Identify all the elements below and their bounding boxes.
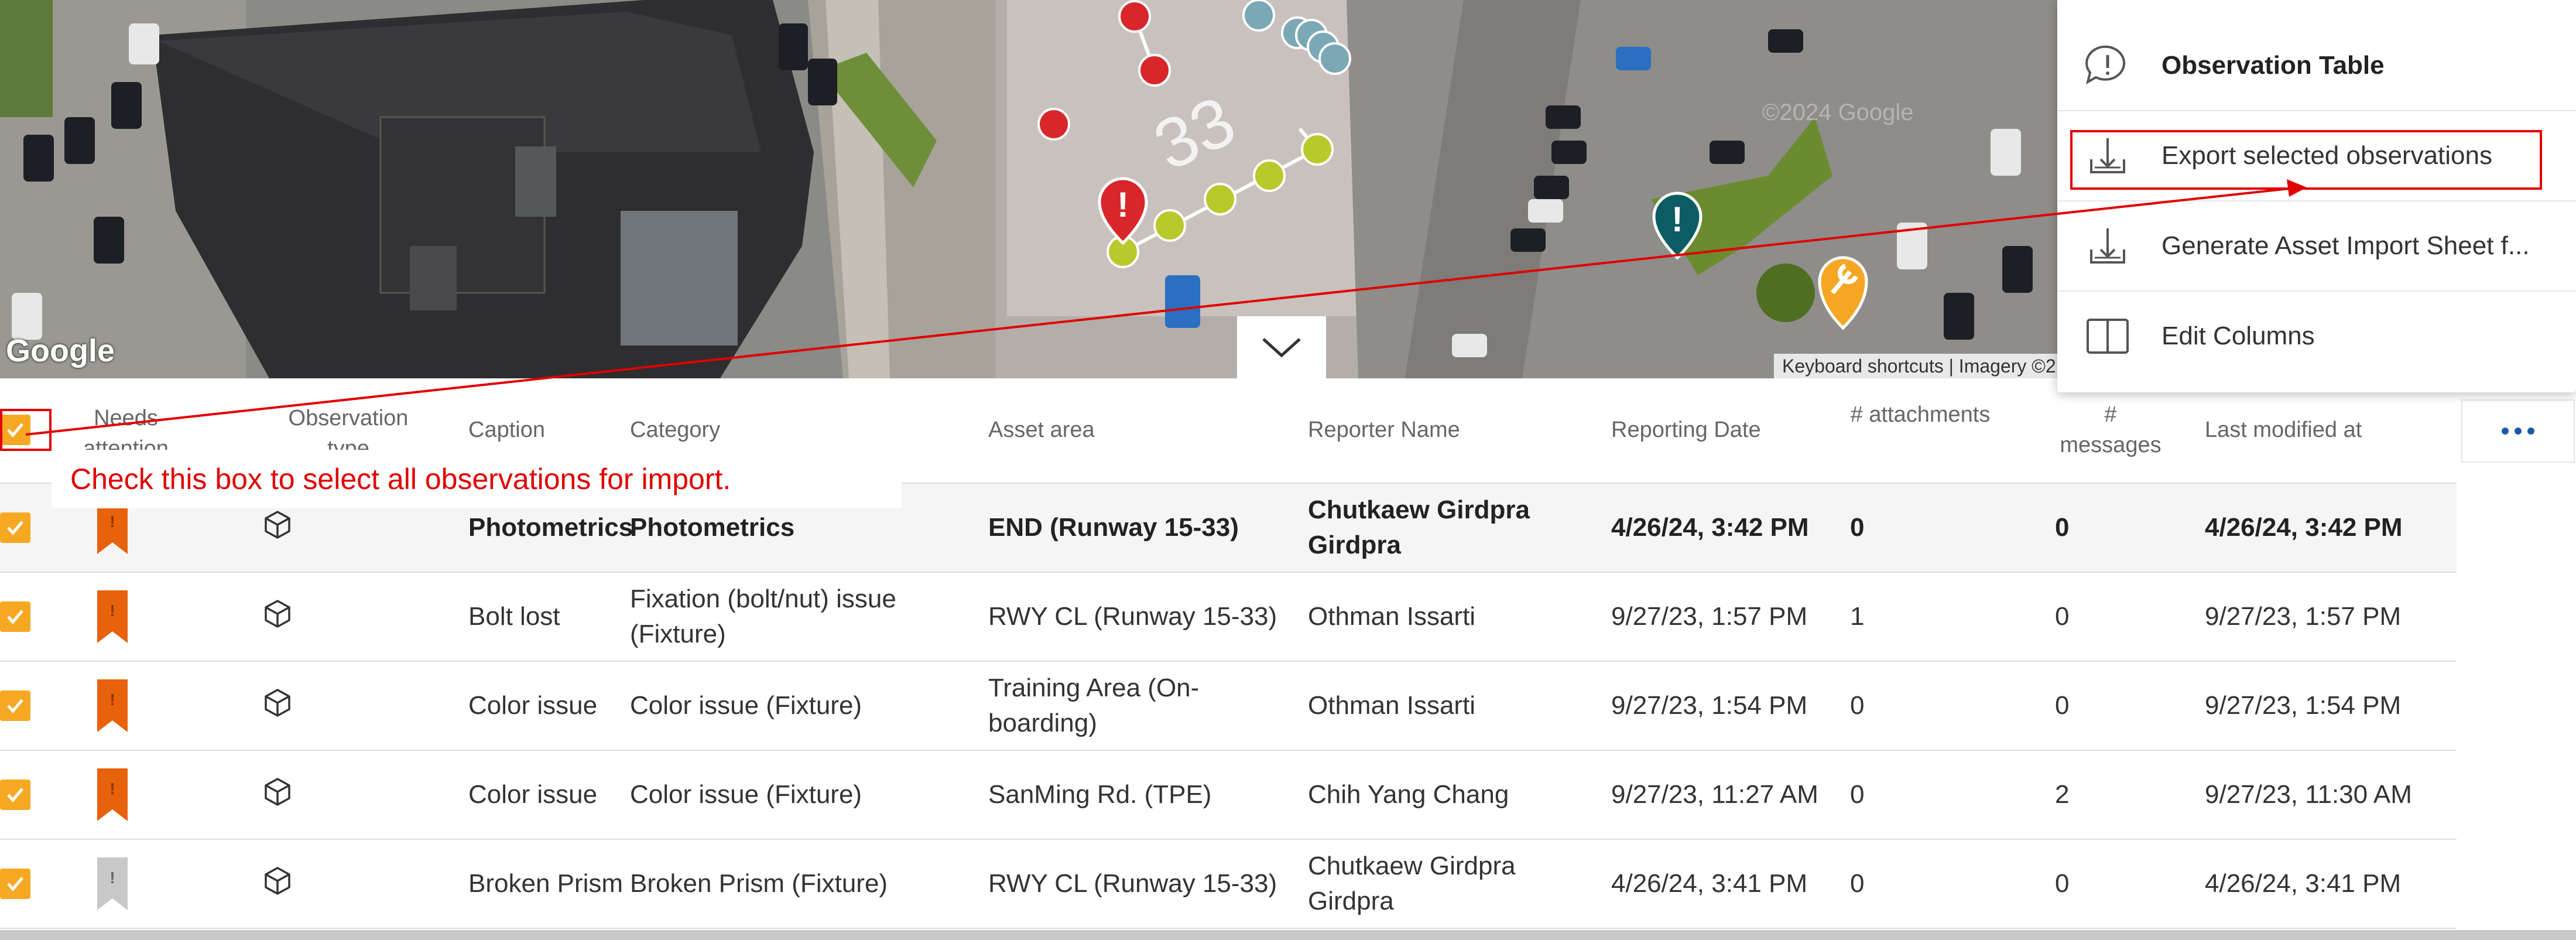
annotation-text: Check this box to select all observation… — [70, 463, 731, 495]
row-checkbox[interactable] — [0, 691, 30, 721]
cell-asset-area: RWY CL (Runway 15-33) — [988, 869, 1277, 898]
svg-text:!: ! — [1117, 185, 1129, 224]
cell-asset-area: Training Area (On-boarding) — [988, 674, 1200, 737]
cell-attachments: 1 — [1850, 602, 1865, 631]
cell-last-modified: 4/26/24, 3:41 PM — [2205, 869, 2402, 898]
checkmark-icon — [7, 699, 23, 713]
cell-attachments: 0 — [1850, 780, 1865, 809]
cell-reporting-date: 9/27/23, 1:57 PM — [1611, 602, 1808, 631]
table-row[interactable]: ! Color issue Color issue (Fixture) Trai… — [0, 662, 2457, 751]
cell-reporting-date: 9/27/23, 1:54 PM — [1611, 691, 1808, 720]
checkmark-icon — [7, 788, 23, 802]
header-messages[interactable]: # messages — [2055, 399, 2166, 460]
header-caption[interactable]: Caption — [468, 415, 545, 445]
map-attribution[interactable]: Keyboard shortcuts | Imagery ©2 — [1774, 354, 2064, 378]
checkmark-icon — [7, 877, 23, 891]
cell-caption: Broken Prism — [468, 869, 624, 898]
row-checkbox[interactable] — [0, 869, 30, 899]
header-attachments[interactable]: # attachments — [1850, 399, 1991, 430]
collapse-map-button[interactable] — [1237, 316, 1326, 378]
cell-asset-area: RWY CL (Runway 15-33) — [988, 602, 1277, 631]
cell-category: Color issue (Fixture) — [630, 780, 862, 809]
attention-flag-icon: ! — [97, 857, 128, 910]
cell-last-modified: 9/27/23, 1:57 PM — [2205, 602, 2402, 631]
cell-attachments: 0 — [1850, 691, 1865, 720]
cell-category: Color issue (Fixture) — [630, 691, 862, 720]
cube-icon — [265, 600, 290, 628]
svg-text:!: ! — [109, 869, 115, 887]
cell-reporter: Othman Issarti — [1308, 691, 1476, 720]
cell-reporter: Chih Yang Chang — [1308, 780, 1509, 809]
svg-text:!: ! — [109, 512, 115, 531]
table-row[interactable]: ! Broken Prism Broken Prism (Fixture) RW… — [0, 840, 2457, 929]
cube-icon — [265, 778, 290, 806]
svg-text:!: ! — [109, 780, 115, 798]
svg-text:!: ! — [109, 601, 115, 620]
cell-reporter: Othman Issarti — [1308, 602, 1476, 631]
checkbox-highlight-box — [0, 409, 52, 451]
table-row[interactable]: ! Bolt lost Fixation (bolt/nut) issue (F… — [0, 573, 2457, 662]
alert-bubble-icon — [2085, 45, 2126, 85]
columns-icon — [2087, 319, 2129, 354]
cell-reporting-date: 4/26/24, 3:41 PM — [1611, 869, 1808, 898]
cell-reporting-date: 9/27/23, 11:27 AM — [1611, 780, 1818, 809]
cube-icon — [265, 867, 290, 895]
cell-category: Fixation (bolt/nut) issue (Fixture) — [630, 584, 896, 648]
cell-messages: 0 — [2055, 691, 2070, 720]
svg-text:©2024 Google: ©2024 Google — [1762, 100, 1914, 125]
horizontal-scrollbar[interactable] — [0, 930, 2576, 940]
row-checkbox[interactable] — [0, 512, 30, 543]
menu-item-label: Generate Asset Import Sheet f... — [2161, 231, 2530, 260]
header-reporter-name[interactable]: Reporter Name — [1308, 415, 1460, 445]
attention-flag-icon: ! — [97, 679, 128, 732]
chevron-down-icon — [1262, 338, 1301, 358]
header-reporting-date[interactable]: Reporting Date — [1611, 415, 1761, 445]
attention-flag-icon: ! — [97, 590, 128, 643]
cell-caption: Bolt lost — [468, 602, 560, 631]
cell-last-modified: 9/27/23, 1:54 PM — [2205, 691, 2402, 720]
menu-item-observation-table[interactable]: Observation Table — [2057, 21, 2576, 110]
cube-icon — [265, 689, 290, 717]
download-tray-icon — [2090, 228, 2125, 264]
cube-icon — [265, 511, 290, 539]
menu-item-generate-import-sheet[interactable]: Generate Asset Import Sheet f... — [2057, 201, 2576, 290]
cell-attachments: 0 — [1850, 513, 1865, 542]
cell-reporter: Chutkaew Girdpra Girdpra — [1308, 852, 1516, 915]
more-options-button[interactable] — [2461, 399, 2575, 463]
svg-text:!: ! — [109, 691, 115, 709]
cell-last-modified: 4/26/24, 3:42 PM — [2205, 513, 2403, 542]
more-dots-icon — [2502, 428, 2534, 435]
checkmark-icon — [7, 521, 23, 535]
cell-messages: 0 — [2055, 513, 2070, 542]
export-highlight-box — [2070, 130, 2542, 190]
row-checkbox[interactable] — [0, 601, 30, 632]
annotation-callout: Check this box to select all observation… — [52, 450, 902, 508]
cell-messages: 2 — [2055, 780, 2070, 809]
cell-reporter: Chutkaew Girdpra Girdpra — [1308, 495, 1530, 559]
table-options-menu: Observation Table Export selected observ… — [2057, 0, 2576, 392]
cell-caption: Color issue — [468, 691, 598, 720]
attention-flag-icon: ! — [97, 768, 128, 821]
cell-asset-area: SanMing Rd. (TPE) — [988, 780, 1212, 809]
google-logo: Google — [6, 333, 115, 368]
header-category[interactable]: Category — [630, 415, 720, 445]
cell-attachments: 0 — [1850, 869, 1865, 898]
svg-text:!: ! — [1671, 200, 1683, 239]
menu-item-edit-columns[interactable]: Edit Columns — [2057, 292, 2576, 381]
cell-messages: 0 — [2055, 602, 2070, 631]
menu-item-label: Edit Columns — [2161, 322, 2315, 350]
cell-asset-area: END (Runway 15-33) — [988, 513, 1239, 542]
cell-last-modified: 9/27/23, 11:30 AM — [2205, 780, 2412, 809]
table-row[interactable]: ! Color issue Color issue (Fixture) SanM… — [0, 751, 2457, 840]
cell-category: Broken Prism (Fixture) — [630, 869, 888, 898]
header-last-modified[interactable]: Last modified at — [2205, 415, 2362, 445]
menu-item-label: Observation Table — [2161, 51, 2385, 80]
cell-messages: 0 — [2055, 869, 2070, 898]
cell-reporting-date: 4/26/24, 3:42 PM — [1611, 513, 1809, 542]
header-asset-area[interactable]: Asset area — [988, 415, 1095, 445]
checkmark-icon — [7, 610, 23, 624]
cell-caption: Color issue — [468, 780, 598, 809]
row-checkbox[interactable] — [0, 780, 30, 810]
attention-flag-icon: ! — [97, 501, 128, 554]
